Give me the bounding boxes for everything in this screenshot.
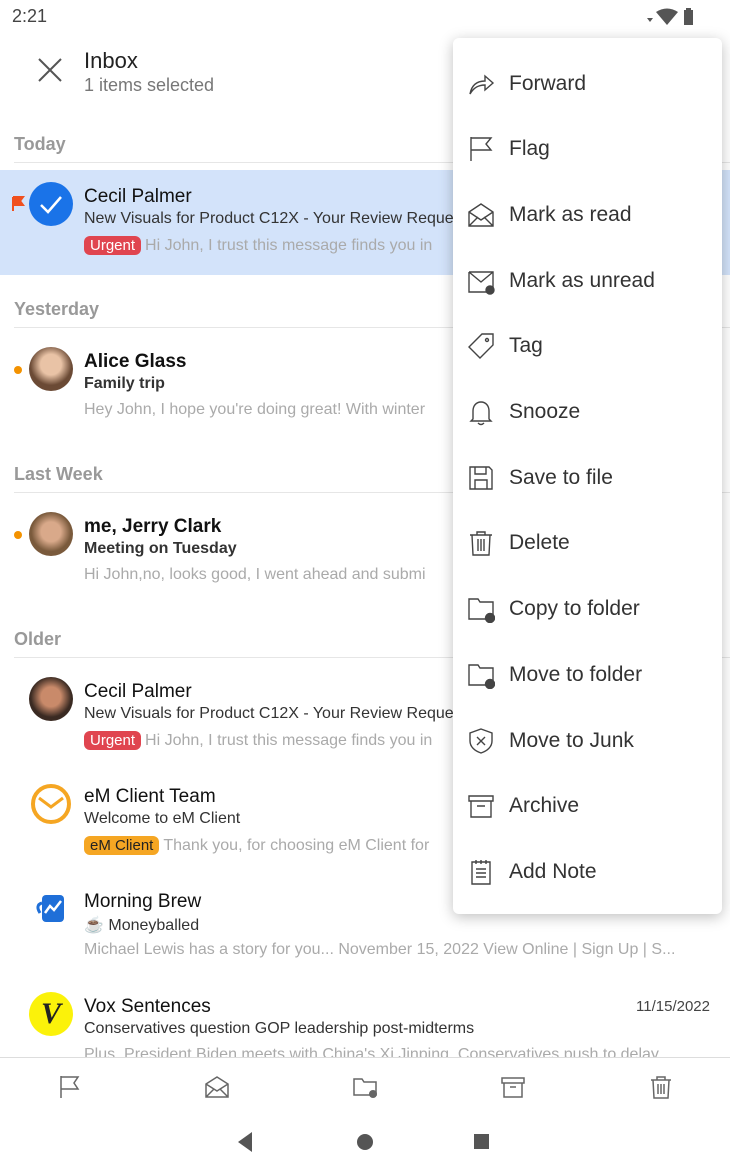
mark-read-icon	[468, 203, 494, 227]
subject: Welcome to eM Client	[84, 810, 241, 827]
menu-item-label: Flag	[509, 137, 550, 161]
menu-item-label: Copy to folder	[509, 597, 640, 621]
preview-text: Hi John, I trust this message finds you …	[145, 237, 433, 254]
close-icon[interactable]	[36, 56, 64, 84]
date: 11/15/2022	[636, 998, 710, 1015]
snooze-icon	[469, 401, 493, 426]
menu-item-label: Snooze	[509, 400, 581, 423]
move-to-folder-icon	[468, 664, 495, 689]
menu-item-forward[interactable]: Forward	[453, 51, 722, 116]
mark-unread-icon	[468, 270, 495, 295]
back-icon[interactable]	[236, 1130, 254, 1154]
sender: Cecil Palmer	[84, 681, 192, 702]
menu-item-label: Tag	[509, 334, 543, 358]
menu-item-mark-as-unread[interactable]: Mark as unread	[453, 248, 722, 313]
preview: Hey John, I hope you're doing great! Wit…	[84, 401, 426, 418]
selected-check-icon[interactable]	[29, 182, 73, 226]
page-title: Inbox	[84, 48, 138, 73]
mark-read-icon[interactable]	[204, 1074, 230, 1100]
menu-item-label: Move to folder	[509, 662, 643, 686]
archive-icon[interactable]	[500, 1074, 526, 1100]
tag-badge: Urgent	[84, 236, 142, 255]
home-icon[interactable]	[356, 1130, 376, 1154]
unread-dot	[14, 531, 22, 539]
tag-badge: Urgent	[84, 731, 142, 750]
vox-logo-icon: V	[29, 992, 73, 1036]
em-client-logo-icon	[31, 784, 71, 824]
subject: Conservatives question GOP leadership po…	[84, 1020, 475, 1037]
avatar	[29, 347, 73, 391]
preview: Urgent Hi John, I trust this message find…	[84, 731, 432, 750]
delete-icon	[470, 531, 492, 557]
copy-to-folder-icon	[468, 598, 495, 624]
menu-item-tag[interactable]: Tag	[453, 314, 722, 379]
flag-icon[interactable]	[57, 1074, 83, 1100]
menu-item-move-to-junk[interactable]: Move to Junk	[453, 708, 722, 773]
menu-item-snooze[interactable]: Snooze	[453, 380, 722, 445]
menu-item-mark-as-read[interactable]: Mark as read	[453, 182, 722, 247]
menu-item-save-to-file[interactable]: Save to file	[453, 445, 722, 510]
save-to-file-icon	[469, 465, 493, 490]
tag-badge: eM Client	[84, 836, 160, 855]
status-icons	[647, 8, 693, 25]
sender: Cecil Palmer	[84, 186, 192, 207]
preview: Hi John,no, looks good, I went ahead and…	[84, 566, 426, 583]
tag-icon	[468, 333, 494, 360]
menu-item-label: Archive	[509, 794, 580, 818]
preview-text: Thank you, for choosing eM Client for	[163, 837, 430, 854]
preview: Michael Lewis has a story for you... Nov…	[84, 941, 676, 958]
menu-item-label: Delete	[509, 531, 570, 555]
menu-item-add-note[interactable]: Add Note	[453, 839, 722, 904]
flag-icon	[470, 137, 493, 162]
section-today: Today	[14, 134, 66, 154]
menu-item-label: Save to file	[509, 465, 613, 489]
morning-brew-logo-icon	[36, 895, 64, 922]
email-row[interactable]: V Vox Sentences 11/15/2022 Conservatives…	[0, 980, 730, 1057]
menu-item-archive[interactable]: Archive	[453, 774, 722, 839]
menu-item-label: Move to Junk	[509, 728, 634, 752]
menu-item-move-to-folder[interactable]: Move to folder	[453, 642, 722, 707]
forward-icon	[469, 73, 495, 94]
delete-icon[interactable]	[648, 1074, 674, 1100]
archive-icon	[468, 795, 494, 818]
selection-count: 1 items selected	[84, 75, 215, 95]
section-yesterday: Yesterday	[14, 299, 100, 319]
subject: ☕ Moneyballed	[84, 917, 200, 934]
move-to-folder-icon[interactable]	[352, 1074, 378, 1100]
section-older: Older	[14, 629, 62, 649]
add-note-icon	[471, 859, 491, 885]
status-time: 2:21	[12, 6, 48, 26]
sender: eM Client Team	[84, 786, 216, 807]
bottom-toolbar	[0, 1057, 730, 1117]
section-last-week: Last Week	[14, 464, 103, 484]
menu-item-flag[interactable]: Flag	[453, 117, 722, 182]
sender: Alice Glass	[84, 351, 187, 372]
preview: Urgent Hi John, I trust this message find…	[84, 236, 432, 255]
menu-item-label: Mark as read	[509, 202, 632, 226]
avatar	[29, 512, 73, 556]
context-menu: Forward Flag Mark as read Mark as unread Tag…	[453, 38, 722, 914]
menu-item-label: Add Note	[509, 859, 597, 883]
menu-item-copy-to-folder[interactable]: Copy to folder	[453, 577, 722, 642]
menu-item-delete[interactable]: Delete	[453, 511, 722, 576]
flag-icon	[12, 196, 25, 211]
recents-icon[interactable]	[473, 1130, 491, 1154]
sender: Vox Sentences	[84, 996, 211, 1017]
subject: New Visuals for Product C12X - Your Revi…	[84, 210, 462, 227]
menu-item-label: Forward	[509, 71, 587, 95]
subject: Meeting on Tuesday	[84, 540, 237, 557]
preview: eM Client Thank you, for choosing eM Clie…	[84, 836, 429, 855]
preview: Plus, President Biden meets with China's…	[84, 1046, 659, 1057]
menu-item-label: Mark as unread	[509, 268, 655, 292]
unread-dot	[14, 366, 22, 374]
subject: Family trip	[84, 375, 165, 392]
sender: Morning Brew	[84, 891, 202, 912]
subject: New Visuals for Product C12X - Your Revi…	[84, 705, 462, 722]
avatar	[29, 677, 73, 721]
preview-text: Hi John, I trust this message finds you …	[145, 732, 433, 749]
junk-shield-icon	[469, 727, 493, 754]
sender: me, Jerry Clark	[84, 516, 222, 537]
